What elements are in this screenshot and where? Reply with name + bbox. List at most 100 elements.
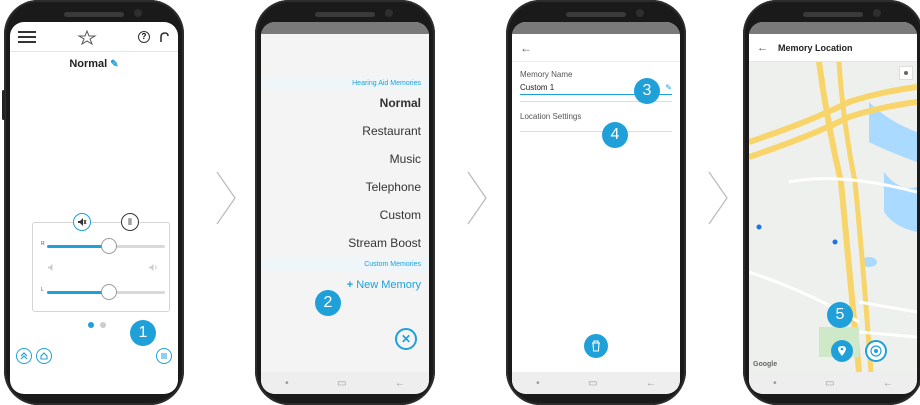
memory-item-normal[interactable]: Normal (261, 90, 429, 118)
front-camera (134, 9, 142, 17)
top-bar: ← Memory Location (749, 34, 917, 62)
nav-back-icon[interactable]: ← (646, 378, 656, 389)
android-nav-bar: • ▭ ← (512, 372, 680, 394)
left-volume-slider[interactable]: L (41, 284, 165, 300)
left-label: L (41, 287, 44, 293)
custom-memories-header: Custom Memories (261, 258, 429, 271)
nav-recent-icon[interactable]: ▭ (588, 378, 597, 389)
app-screen: ← Memory Name Custom 1 ✎ Location Settin… (512, 22, 680, 394)
memory-item-custom[interactable]: Custom (261, 202, 429, 230)
badge-number: 4 (610, 126, 620, 143)
step-badge-4: 4 (602, 122, 628, 148)
badge-number: 1 (138, 324, 148, 341)
memory-name-value: Custom 1 (520, 83, 555, 92)
status-bar (749, 22, 917, 34)
phone-screen-2: Hearing Aid Memories Normal Restaurant M… (255, 0, 435, 405)
top-bar: ? (10, 22, 178, 52)
page-indicator (88, 322, 106, 328)
home-icon[interactable] (36, 348, 52, 364)
slider-fill (47, 245, 107, 248)
status-bar (512, 22, 680, 34)
nav-recent-icon[interactable]: ▭ (337, 378, 346, 389)
phone-screen-3: ← Memory Name Custom 1 ✎ Location Settin… (506, 0, 686, 405)
memory-item-stream-boost[interactable]: Stream Boost (261, 230, 429, 258)
map-pin-button[interactable] (831, 340, 853, 362)
radius-button[interactable] (865, 340, 887, 362)
nav-dot-icon[interactable]: • (285, 378, 289, 389)
page-dot (100, 322, 106, 328)
memory-item-restaurant[interactable]: Restaurant (261, 118, 429, 146)
slider-fill (47, 291, 107, 294)
delete-memory-button[interactable] (584, 334, 608, 358)
bottom-left-buttons (16, 348, 52, 364)
crosshair-icon (904, 71, 908, 75)
hamburger-icon[interactable] (18, 28, 36, 46)
microphone-level-icon[interactable]: ⦀ (121, 213, 139, 231)
nav-back-icon[interactable]: ← (395, 378, 405, 389)
google-attribution: Google (753, 361, 778, 368)
memory-name-label: Memory Name (520, 70, 573, 79)
plus-icon: + (346, 279, 354, 291)
star-outline-icon[interactable] (77, 29, 97, 45)
close-icon: ✕ (400, 332, 412, 346)
help-icon[interactable]: ? (138, 30, 150, 43)
earpiece (64, 12, 124, 17)
right-volume-slider[interactable]: R (41, 238, 165, 254)
page-dot-active (88, 322, 94, 328)
volume-control-panel: ⦀ R L (32, 213, 170, 312)
speaker-low-icon (47, 263, 53, 272)
location-pin-icon (838, 346, 846, 356)
back-arrow-icon[interactable]: ← (520, 41, 532, 55)
mic-glyph: ⦀ (128, 216, 132, 227)
edit-pencil-icon[interactable]: ✎ (665, 83, 672, 92)
earpiece (315, 12, 375, 17)
location-settings-item[interactable]: Location Settings (520, 102, 672, 132)
badge-number: 3 (642, 82, 652, 99)
top-bar: ← (512, 34, 680, 62)
program-name: Normal (69, 58, 108, 70)
hearing-aid-icon[interactable] (158, 31, 170, 43)
step-badge-2: 2 (315, 290, 341, 316)
memories-list-icon[interactable] (156, 348, 172, 364)
step-badge-3: 3 (634, 78, 660, 104)
memory-item-music[interactable]: Music (261, 146, 429, 174)
target-icon (870, 345, 882, 357)
mute-icon[interactable] (73, 213, 91, 231)
nav-dot-icon[interactable]: • (773, 378, 777, 389)
front-camera (873, 9, 881, 17)
chevron-up-icon[interactable] (16, 348, 32, 364)
phone-screen-1: ? Normal ✎ ⦀ R L 1 (2, 0, 184, 405)
close-menu-button[interactable]: ✕ (395, 328, 417, 350)
chevron-right-icon (708, 171, 728, 225)
new-memory-label: New Memory (356, 279, 421, 291)
android-nav-bar: • ▭ ← (261, 372, 429, 394)
memory-menu: Hearing Aid Memories Normal Restaurant M… (261, 77, 429, 299)
nav-dot-icon[interactable]: • (536, 378, 540, 389)
earpiece (566, 12, 626, 17)
hearing-aid-memories-header: Hearing Aid Memories (261, 77, 429, 90)
balance-row (47, 263, 159, 272)
status-bar (261, 22, 429, 34)
app-screen: Hearing Aid Memories Normal Restaurant M… (261, 22, 429, 394)
front-camera (636, 9, 644, 17)
memory-item-telephone[interactable]: Telephone (261, 174, 429, 202)
speaker-high-icon (149, 263, 157, 272)
badge-number: 2 (323, 294, 333, 311)
nav-recent-icon[interactable]: ▭ (825, 378, 834, 389)
right-label: R (41, 241, 45, 247)
step-badge-1: 1 (130, 320, 156, 346)
new-memory-button[interactable]: + New Memory (261, 271, 429, 299)
front-camera (385, 9, 393, 17)
program-title[interactable]: Normal ✎ (10, 52, 178, 70)
nav-back-icon[interactable]: ← (883, 378, 893, 389)
back-arrow-icon[interactable]: ← (757, 42, 768, 54)
my-location-button[interactable] (899, 66, 913, 80)
edit-pencil-icon[interactable]: ✎ (110, 59, 118, 70)
trash-icon (592, 340, 600, 352)
phone-screen-4: ← Memory Location Google • ▭ ← 5 (743, 0, 920, 405)
slider-thumb[interactable] (101, 284, 117, 300)
slider-thumb[interactable] (101, 238, 117, 254)
step-badge-5: 5 (827, 302, 853, 328)
app-screen: ← Memory Location Google • ▭ ← (749, 22, 917, 394)
badge-number: 5 (835, 306, 845, 323)
